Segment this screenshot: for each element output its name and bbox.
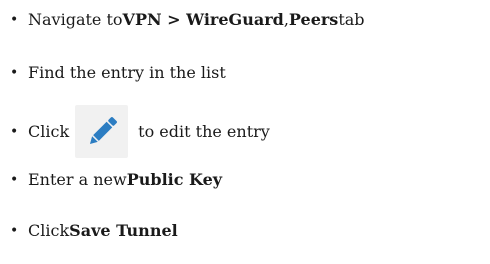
step-text: Click — [28, 122, 70, 141]
bullet: • — [10, 11, 19, 28]
step-text: Click — [28, 221, 70, 240]
button-name: Save Tunnel — [69, 221, 178, 240]
field-name: Public Key — [126, 170, 223, 189]
menu-path: VPN > WireGuard — [122, 10, 284, 29]
step-find-entry: • Find the entry in the list — [10, 63, 226, 82]
bullet: • — [10, 171, 19, 188]
bullet: • — [10, 123, 19, 140]
step-click-edit: • Click to edit the entry — [10, 105, 270, 158]
tab-name: Peers — [288, 10, 339, 29]
edit-button[interactable] — [75, 105, 129, 158]
step-save: • Click Save Tunnel — [10, 221, 178, 240]
pencil-edit-icon — [89, 116, 117, 144]
bullet: • — [10, 222, 19, 239]
step-text: tab — [338, 10, 365, 29]
step-text: Navigate to — [28, 10, 123, 29]
step-enter-key: • Enter a new Public Key — [10, 170, 222, 189]
bullet: • — [10, 64, 19, 81]
step-navigate: • Navigate to VPN > WireGuard, Peers tab — [10, 10, 365, 29]
step-text: to edit the entry — [138, 122, 270, 141]
step-text: Enter a new — [28, 170, 127, 189]
step-text: Find the entry in the list — [28, 63, 226, 82]
